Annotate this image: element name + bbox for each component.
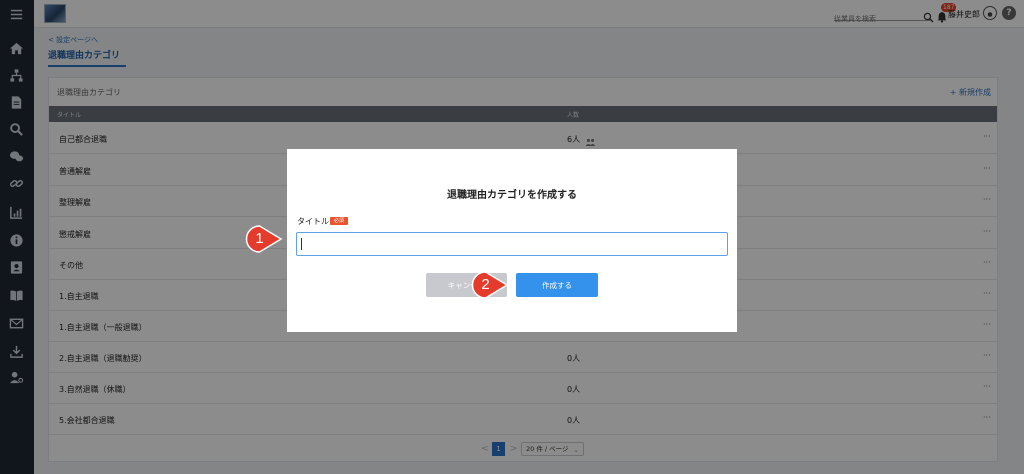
- create-category-dialog: 退職理由カテゴリを作成する タイトル 必須 キャンセル 作成する: [287, 149, 737, 332]
- annotation-number: 1: [255, 230, 264, 247]
- title-input[interactable]: [296, 232, 728, 256]
- annotation-marker-1: 1: [245, 224, 283, 254]
- title-field-label: タイトル: [297, 217, 329, 226]
- create-button[interactable]: 作成する: [516, 273, 598, 297]
- dialog-title: 退職理由カテゴリを作成する: [447, 190, 577, 201]
- required-badge: 必須: [330, 217, 349, 225]
- text-cursor: [301, 238, 302, 250]
- annotation-number: 2: [481, 276, 490, 293]
- annotation-marker-2: 2: [471, 270, 509, 300]
